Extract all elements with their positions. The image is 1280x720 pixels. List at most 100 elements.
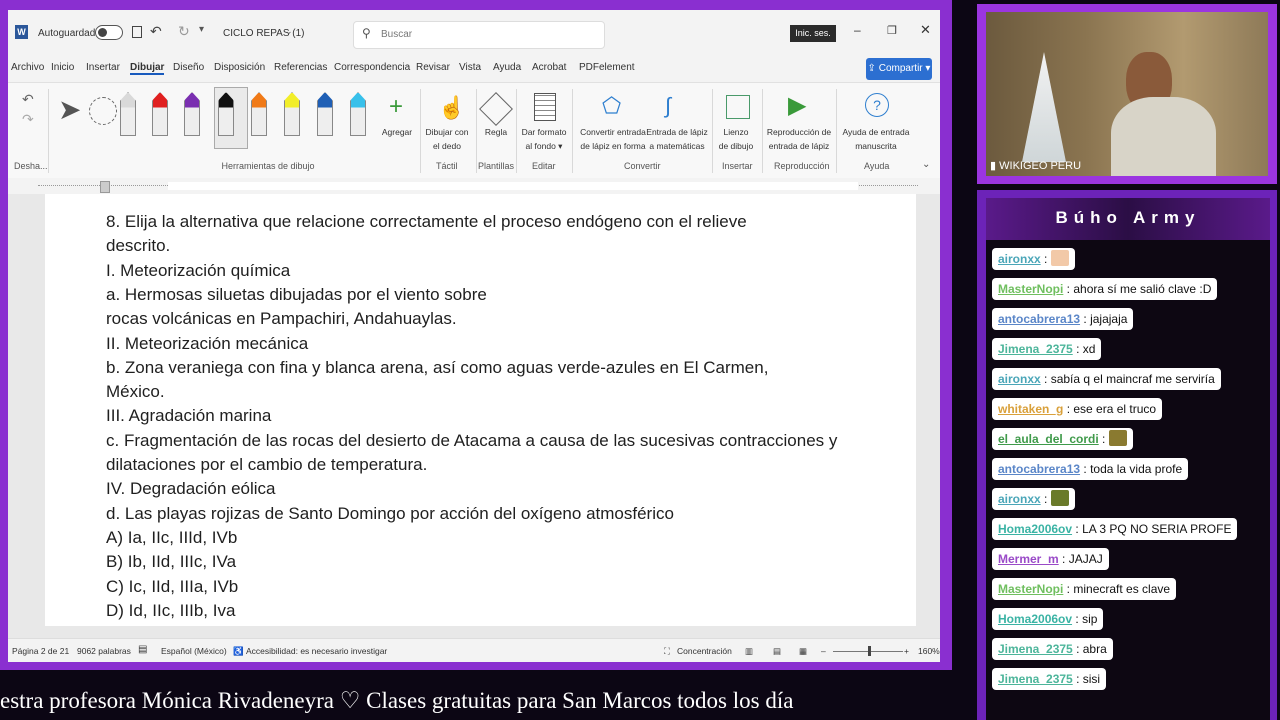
tab-pdfelement[interactable]: PDFelement [579, 62, 635, 73]
proofing-icon[interactable]: ▤ [138, 644, 147, 655]
chevron-down-icon[interactable]: ⌄ [285, 26, 293, 37]
pen-8[interactable] [350, 92, 366, 136]
ink-replay-icon[interactable]: ▶ [788, 91, 806, 120]
ink-to-math-icon[interactable]: ∫ [665, 93, 671, 119]
pen-4[interactable] [218, 92, 234, 136]
tab-acrobat[interactable]: Acrobat [532, 62, 566, 73]
ruler-label[interactable]: Regla [476, 125, 516, 139]
menu-bar: Archivo Inicio Insertar Dibujar Diseño D… [8, 58, 940, 80]
undo-icon[interactable]: ↶ [150, 23, 162, 40]
document-line: D) Id, IIc, IIIb, Iva [106, 600, 236, 620]
collapse-ribbon-icon[interactable]: ⌄ [922, 159, 930, 170]
tab-inicio[interactable]: Inicio [51, 62, 74, 73]
pen-6[interactable] [284, 92, 300, 136]
select-cursor-icon[interactable]: ➤ [58, 93, 81, 126]
webcam-feed [986, 12, 1268, 176]
close-icon[interactable]: ✕ [920, 22, 931, 38]
language-status[interactable]: Español (México) [161, 646, 227, 656]
chat-username[interactable]: whitaken_g [998, 402, 1063, 416]
chat-text: abra [1082, 642, 1107, 656]
chat-username[interactable]: antocabrera13 [998, 312, 1080, 326]
search-box[interactable]: ⚲ Buscar [353, 21, 605, 49]
tab-dibujar[interactable]: Dibujar [130, 62, 165, 75]
chat-username[interactable]: Jimena_2375 [998, 642, 1073, 656]
title-bar: W Autoguardado ↶ ↻ ▾ CICLO REPAS (1) ⌄ ⚲… [8, 10, 940, 56]
add-pen-label[interactable]: Agregar [379, 125, 415, 139]
document-line: a. Hermosas siluetas dibujadas por el vi… [106, 284, 487, 304]
chat-username[interactable]: Homa2006ov [998, 522, 1072, 536]
ribbon-redo-icon[interactable]: ↷ [22, 111, 34, 128]
ribbon-undo-icon[interactable]: ↶ [22, 91, 34, 108]
ink-help-icon[interactable]: ? [865, 93, 889, 117]
status-bar: Página 2 de 21 9062 palabras ▤ Español (… [8, 638, 940, 662]
chat-username[interactable]: MasterNopi [998, 582, 1063, 596]
chat-username[interactable]: aironxx [998, 492, 1041, 506]
format-background-label[interactable]: Dar formato al fondo ▾ [516, 125, 572, 153]
accessibility-icon[interactable]: ♿ [233, 646, 244, 657]
format-background-icon[interactable] [534, 93, 556, 121]
pen-2[interactable] [152, 92, 168, 136]
read-mode-icon[interactable]: ▥ [745, 646, 753, 657]
tab-ayuda[interactable]: Ayuda [493, 62, 521, 73]
chat-username[interactable]: Homa2006ov [998, 612, 1072, 626]
chat-username[interactable]: el_aula_del_cordi [998, 432, 1099, 446]
sign-in-button[interactable]: Inic. ses. [790, 25, 836, 42]
document-page[interactable]: 8. Elija la alternativa que relacione co… [45, 194, 916, 626]
web-layout-icon[interactable]: ▦ [799, 646, 807, 657]
pen-1[interactable] [120, 92, 136, 136]
chat-message: antocabrera13 : toda la vida profe [992, 458, 1189, 480]
draw-with-finger-label[interactable]: Dibujar con el dedo [420, 125, 474, 153]
zoom-in-icon[interactable]: + [904, 646, 909, 656]
tab-disposicion[interactable]: Disposición [214, 62, 265, 73]
tab-diseno[interactable]: Diseño [173, 62, 204, 73]
print-layout-icon[interactable]: ▤ [773, 646, 781, 657]
focus-icon[interactable]: ⛶ [664, 646, 670, 657]
ruler-icon[interactable] [479, 92, 513, 126]
ink-help-label[interactable]: Ayuda de entrada manuscrita [840, 125, 912, 153]
draw-with-finger-icon[interactable]: ☝ [438, 95, 465, 121]
chat-username[interactable]: aironxx [998, 372, 1041, 386]
focus-mode[interactable]: Concentración [677, 646, 732, 656]
convert-to-shape-label[interactable]: Convertir entrada de lápiz en forma [574, 125, 652, 153]
search-placeholder: Buscar [381, 29, 413, 40]
redo-icon[interactable]: ↻ [178, 23, 190, 40]
tab-vista[interactable]: Vista [459, 62, 481, 73]
pen-3[interactable] [184, 92, 200, 136]
pen-5[interactable] [251, 92, 267, 136]
pen-7[interactable] [317, 92, 333, 136]
customize-qat-icon[interactable]: ▾ [199, 24, 204, 35]
tab-insertar[interactable]: Insertar [86, 62, 120, 73]
lasso-select-icon[interactable] [89, 97, 117, 125]
tab-archivo[interactable]: Archivo [11, 62, 44, 73]
chat-text: ese era el truco [1073, 402, 1157, 416]
chat-username[interactable]: aironxx [998, 252, 1041, 266]
tab-revisar[interactable]: Revisar [416, 62, 450, 73]
chat-username[interactable]: antocabrera13 [998, 462, 1080, 476]
accessibility-status[interactable]: Accesibilidad: es necesario investigar [246, 646, 387, 656]
indent-marker[interactable] [100, 181, 110, 193]
zoom-out-icon[interactable]: – [821, 646, 826, 656]
chat-username[interactable]: Jimena_2375 [998, 342, 1073, 356]
page-count[interactable]: Página 2 de 21 [12, 646, 69, 656]
word-count[interactable]: 9062 palabras [77, 646, 131, 656]
minimize-icon[interactable]: – [854, 23, 861, 37]
restore-icon[interactable]: ❐ [887, 24, 897, 37]
tab-referencias[interactable]: Referencias [274, 62, 327, 73]
christmas-tree-image [1022, 52, 1066, 162]
save-icon[interactable] [132, 26, 142, 38]
chat-username[interactable]: Mermer_m [998, 552, 1059, 566]
zoom-slider-thumb[interactable] [868, 646, 871, 656]
drawing-canvas-icon[interactable] [726, 95, 750, 119]
add-pen-icon[interactable]: + [389, 93, 403, 121]
chat-username[interactable]: Jimena_2375 [998, 672, 1073, 686]
chat-username[interactable]: MasterNopi [998, 282, 1063, 296]
document-line: C) Ic, IId, IIIa, IVb [106, 576, 239, 596]
zoom-level[interactable]: 160% [918, 646, 940, 656]
ink-to-math-label[interactable]: Entrada de lápiz a matemáticas [646, 125, 708, 153]
ink-replay-label[interactable]: Reproducción de entrada de lápiz [764, 125, 834, 153]
autosave-toggle[interactable] [95, 25, 123, 40]
share-button[interactable]: ⇪ Compartir ▾ [866, 58, 932, 80]
tab-correspondencia[interactable]: Correspondencia [334, 62, 410, 73]
drawing-canvas-label[interactable]: Lienzo de dibujo [712, 125, 760, 153]
convert-to-shape-icon[interactable]: ⬠ [602, 93, 621, 119]
